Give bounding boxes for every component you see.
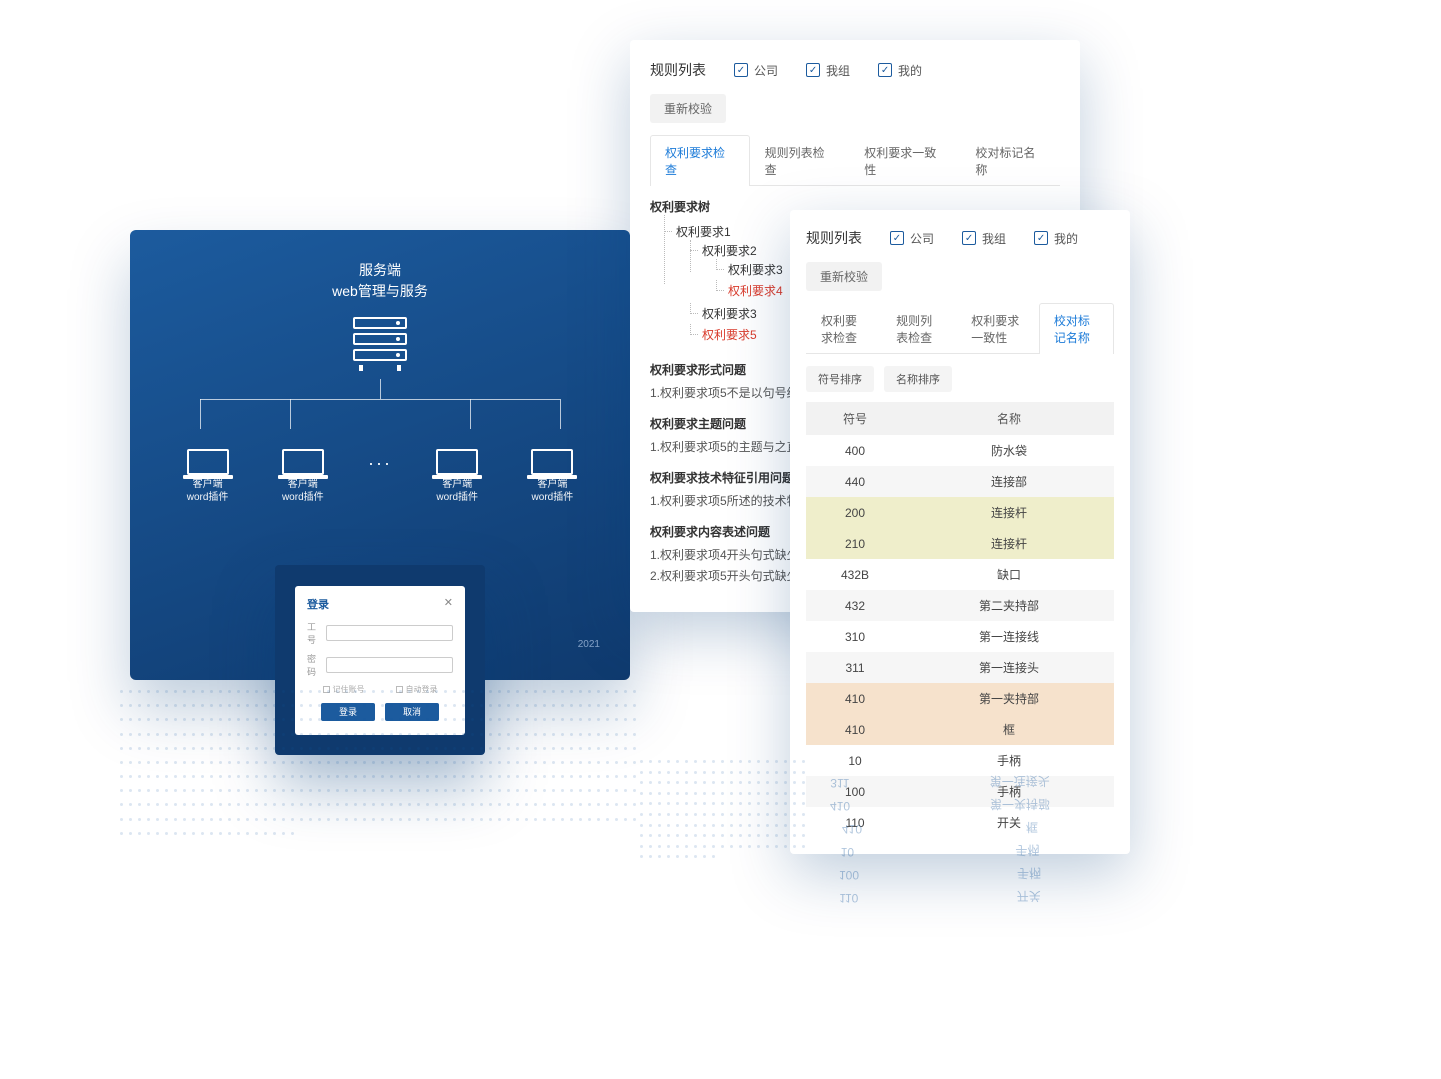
revalidate-button[interactable]: 重新校验 [806,262,882,291]
table-row[interactable]: 200连接杆 [806,497,1114,528]
cell-name: 第二夹持部 [904,590,1114,621]
revalidate-button[interactable]: 重新校验 [650,94,726,123]
dot-decor [640,760,810,860]
table-row[interactable]: 400防水袋 [806,435,1114,466]
client-label: 客户端word插件 [273,478,333,504]
cell-name: 第一连接头 [904,652,1114,683]
table-row[interactable]: 310第一连接线 [806,621,1114,652]
laptop-icon [187,449,229,475]
cell-name: 连接部 [904,466,1114,497]
col-name: 名称 [904,402,1114,435]
client-label: 客户端word插件 [522,478,582,504]
cell-code: 310 [806,621,904,652]
user-input[interactable] [326,625,453,641]
rule-panel-marks: 规则列表 ✓公司 ✓我组 ✓我的 重新校验 权利要求检查 规则列表检查 权利要求… [790,210,1130,854]
tab-bar: 权利要求检查 规则列表检查 权利要求一致性 校对标记名称 [806,303,1114,354]
client-node: 客户端word插件 [522,449,582,504]
table-row[interactable]: 410第一夹持部 [806,683,1114,714]
col-code: 符号 [806,402,904,435]
cell-name: 防水袋 [904,435,1114,466]
filter-company[interactable]: ✓公司 [890,230,934,247]
laptop-icon [436,449,478,475]
table-row[interactable]: 410框 [806,714,1114,745]
arch-title: 服务端 web管理与服务 [130,260,630,302]
rule-list-title: 规则列表 [806,228,862,248]
table-row[interactable]: 432B缺口 [806,559,1114,590]
ellipsis-icon: ··· [368,453,392,504]
cell-name: 连接杆 [904,497,1114,528]
tab-consistency[interactable]: 权利要求一致性 [956,303,1039,354]
table-row[interactable]: 432第二夹持部 [806,590,1114,621]
laptop-icon [282,449,324,475]
cell-code: 440 [806,466,904,497]
filter-mine[interactable]: ✓我的 [1034,230,1078,247]
dot-decor [120,690,640,840]
laptop-icon [531,449,573,475]
table-row[interactable]: 210连接杆 [806,528,1114,559]
cell-code: 200 [806,497,904,528]
table-row[interactable]: 311第一连接头 [806,652,1114,683]
tab-claim-check[interactable]: 权利要求检查 [650,135,750,186]
server-icon [353,317,407,371]
cell-code: 400 [806,435,904,466]
client-label: 客户端word插件 [427,478,487,504]
pass-label: 密码 [307,652,322,678]
arch-title-line1: 服务端 [130,260,630,281]
tab-rule-list-check[interactable]: 规则列表检查 [881,303,956,354]
client-row: 客户端word插件 客户端word插件 ··· 客户端word插件 客户端wor… [130,449,630,504]
arch-title-line2: web管理与服务 [130,281,630,302]
user-label: 工号 [307,620,322,646]
cell-code: 432B [806,559,904,590]
cell-code: 410 [806,714,904,745]
client-label: 客户端word插件 [178,478,238,504]
cell-name: 连接杆 [904,528,1114,559]
reflection-decor: 110开关100手柄10手柄410框410第一夹持部311第一连接头 [760,770,1120,908]
rule-list-title: 规则列表 [650,60,706,80]
filter-group[interactable]: ✓我组 [962,230,1006,247]
filter-company[interactable]: ✓公司 [734,62,778,79]
cell-code: 311 [806,652,904,683]
network-lines [130,379,630,449]
filter-group[interactable]: ✓我组 [806,62,850,79]
tab-mark-name[interactable]: 校对标记名称 [960,135,1060,186]
client-node: 客户端word插件 [427,449,487,504]
sort-by-code-button[interactable]: 符号排序 [806,366,874,392]
tab-rule-list-check[interactable]: 规则列表检查 [750,135,850,186]
cell-code: 432 [806,590,904,621]
tab-consistency[interactable]: 权利要求一致性 [849,135,960,186]
pass-input[interactable] [326,657,453,673]
cell-name: 第一夹持部 [904,683,1114,714]
cell-code: 410 [806,683,904,714]
close-icon[interactable]: ✕ [444,596,453,612]
client-node: 客户端word插件 [178,449,238,504]
tab-mark-name[interactable]: 校对标记名称 [1039,303,1114,354]
cell-name: 第一连接线 [904,621,1114,652]
sort-by-name-button[interactable]: 名称排序 [884,366,952,392]
table-row[interactable]: 440连接部 [806,466,1114,497]
tab-claim-check[interactable]: 权利要求检查 [806,303,881,354]
cell-code: 210 [806,528,904,559]
tab-bar: 权利要求检查 规则列表检查 权利要求一致性 校对标记名称 [650,135,1060,186]
client-node: 客户端word插件 [273,449,333,504]
cell-name: 缺口 [904,559,1114,590]
filter-mine[interactable]: ✓我的 [878,62,922,79]
login-title: 登录 [307,596,329,612]
copyright: 2021 [578,639,600,650]
cell-name: 框 [904,714,1114,745]
